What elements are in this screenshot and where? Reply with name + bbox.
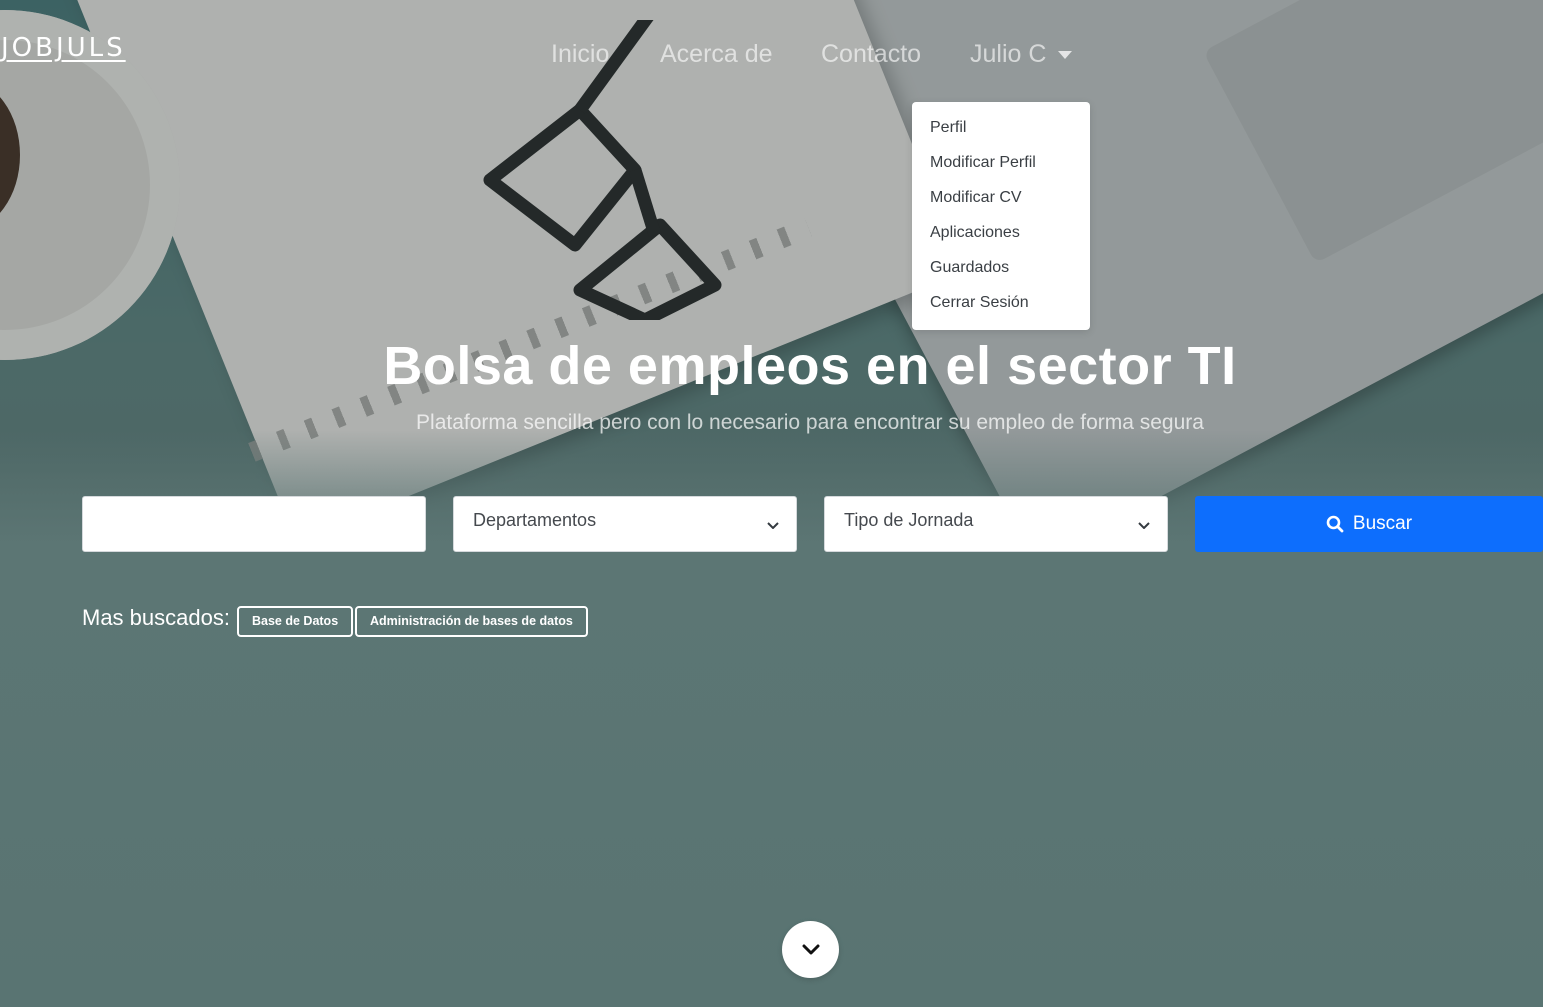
chevron-down-icon	[767, 522, 779, 529]
search-button[interactable]: Buscar	[1195, 496, 1543, 552]
tag-base-de-datos[interactable]: Base de Datos	[237, 606, 354, 637]
jornada-select-value: Tipo de Jornada	[844, 510, 974, 530]
dropdown-item-perfil[interactable]: Perfil	[912, 116, 1090, 151]
nav-link-inicio[interactable]: Inicio	[551, 40, 609, 69]
main-nav: Inicio Acerca de Contacto Julio C	[0, 40, 1543, 72]
scroll-down-button[interactable]	[782, 921, 839, 978]
most-searched-label: Mas buscados:	[82, 605, 230, 630]
chevron-down-icon	[1138, 522, 1150, 529]
nav-link-acerca[interactable]: Acerca de	[660, 40, 773, 69]
page-subtitle: Plataforma sencilla pero con lo necesari…	[416, 411, 1204, 434]
chevron-down-icon	[802, 944, 819, 954]
search-icon	[1326, 515, 1344, 533]
dropdown-item-cerrar-sesion[interactable]: Cerrar Sesión	[912, 291, 1090, 326]
tag-administracion-bd[interactable]: Administración de bases de datos	[355, 606, 588, 637]
dropdown-item-modificar-cv[interactable]: Modificar CV	[912, 186, 1090, 221]
nav-link-contacto[interactable]: Contacto	[821, 40, 921, 69]
user-menu-toggle[interactable]: Julio C	[970, 40, 1073, 69]
user-dropdown-menu: Perfil Modificar Perfil Modificar CV Apl…	[912, 102, 1090, 330]
keyword-input[interactable]	[83, 497, 425, 551]
department-select[interactable]: Departamentos	[453, 496, 797, 552]
page-title: Bolsa de empleos en el sector TI	[383, 336, 1237, 396]
jornada-select[interactable]: Tipo de Jornada	[824, 496, 1168, 552]
search-button-label: Buscar	[1352, 513, 1413, 534]
user-name: Julio C	[970, 40, 1047, 68]
dropdown-item-aplicaciones[interactable]: Aplicaciones	[912, 221, 1090, 256]
caret-down-icon	[1058, 51, 1073, 60]
keyword-field	[82, 496, 426, 552]
department-select-value: Departamentos	[473, 510, 597, 530]
dropdown-item-modificar-perfil[interactable]: Modificar Perfil	[912, 151, 1090, 186]
dropdown-item-guardados[interactable]: Guardados	[912, 256, 1090, 291]
